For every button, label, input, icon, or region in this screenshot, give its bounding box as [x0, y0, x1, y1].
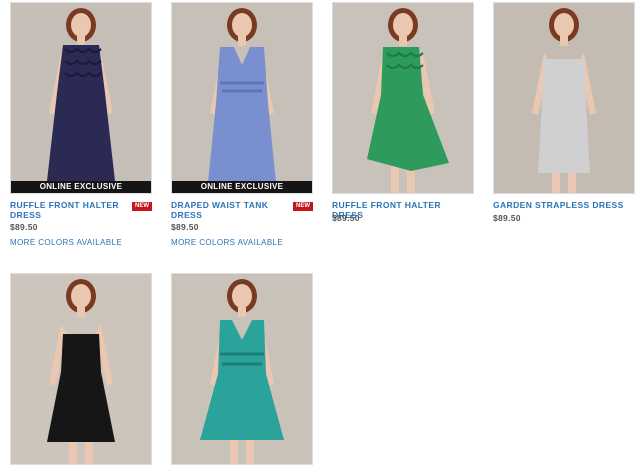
- product-image[interactable]: [171, 273, 313, 465]
- model-periwinkle-draped-tank-dress: [208, 8, 276, 193]
- product-image[interactable]: [332, 2, 474, 194]
- product-card: ONLINE EXCLUSIVE DRAPED WAIST TANK DRESS…: [171, 2, 313, 247]
- product-image[interactable]: ONLINE EXCLUSIVE: [171, 2, 313, 194]
- online-exclusive-banner: ONLINE EXCLUSIVE: [172, 181, 312, 193]
- model-silver-strapless-dress: [532, 8, 596, 193]
- product-card: ONLINE EXCLUSIVE RUFFLE FRONT HALTER DRE…: [10, 2, 152, 247]
- product-price: $89.50: [10, 222, 38, 232]
- product-card: RUFFLE FRONT HALTER DRESS $89.50: [332, 2, 474, 223]
- product-card: [10, 273, 152, 465]
- product-image[interactable]: [10, 273, 152, 465]
- product-image[interactable]: ONLINE EXCLUSIVE: [10, 2, 152, 194]
- product-price: $89.50: [332, 213, 360, 223]
- model-green-ruffle-halter-dress: [367, 8, 449, 193]
- product-name-link[interactable]: GARDEN STRAPLESS DRESS: [493, 200, 635, 210]
- product-price: $89.50: [171, 222, 199, 232]
- product-name-link[interactable]: DRAPED WAIST TANK DRESS: [171, 200, 287, 220]
- model-navy-ruffle-halter-dress: [47, 8, 115, 193]
- product-price: $89.50: [493, 213, 521, 223]
- model-black-strapless-dress: [47, 279, 115, 464]
- product-name-link[interactable]: RUFFLE FRONT HALTER DRESS: [10, 200, 126, 220]
- online-exclusive-banner: ONLINE EXCLUSIVE: [11, 181, 151, 193]
- product-card: [171, 273, 313, 465]
- more-colors-link[interactable]: MORE COLORS AVAILABLE: [171, 238, 283, 247]
- model-teal-draped-dress: [200, 279, 284, 464]
- more-colors-link[interactable]: MORE COLORS AVAILABLE: [10, 238, 122, 247]
- product-image[interactable]: [493, 2, 635, 194]
- product-card: GARDEN STRAPLESS DRESS $89.50: [493, 2, 635, 223]
- new-badge: NEW: [132, 202, 152, 211]
- new-badge: NEW: [293, 202, 313, 211]
